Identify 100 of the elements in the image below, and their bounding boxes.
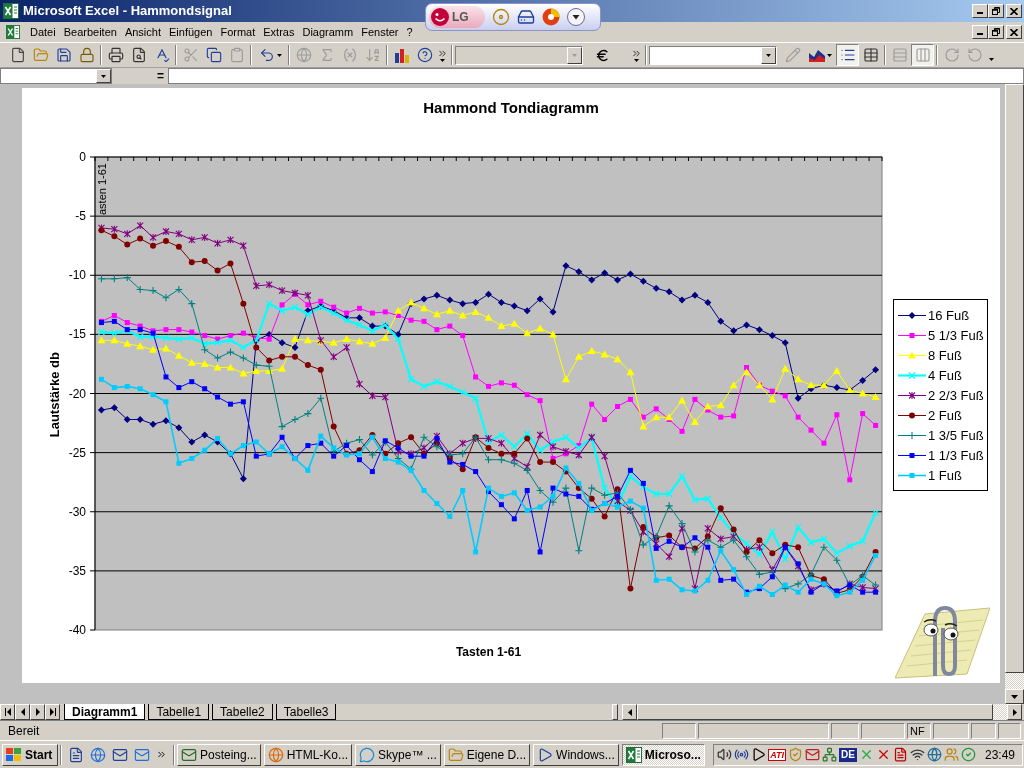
status-panel [831,722,859,739]
triangle-down-icon [1011,694,1018,699]
minimize-button[interactable] [972,4,988,18]
menu-item[interactable]: Diagramm [298,25,358,39]
menu-item[interactable]: Extras [259,25,299,39]
document-icon[interactable] [892,747,908,762]
folder-icon [32,47,49,63]
menu-item[interactable]: Fenster [357,25,403,39]
mail-icon[interactable] [805,747,821,762]
menu-item[interactable]: Einfügen [165,25,217,39]
axis-tick-label: -15 [68,327,86,342]
language-indicator[interactable]: DE [839,747,857,762]
sheet-tab[interactable]: Tabelle2 [212,704,273,720]
dropdown-circle-icon[interactable] [567,8,585,26]
mail-icon[interactable] [112,746,128,763]
notepad-icon[interactable] [68,746,84,763]
chart-object-dropdown[interactable] [649,45,777,65]
formula-input-field[interactable] [168,68,1024,84]
taskbar-button[interactable]: HTML-Ko... [263,743,353,766]
tray-logo-text[interactable]: ATI [768,748,787,761]
caret-icon [826,53,832,57]
start-button[interactable]: Start [2,743,58,766]
menu-item[interactable]: Datei [26,25,60,39]
close-button[interactable] [1006,25,1022,39]
axis-tick-label: -25 [68,445,86,460]
restore-button[interactable] [988,4,1004,18]
minimize-icon [977,33,983,35]
network-icon[interactable] [822,747,838,762]
scroll-right-button[interactable] [1007,704,1022,720]
disc-icon[interactable] [492,8,510,26]
window-title: Microsoft Excel - Hammondsignal [23,3,232,19]
sheet-tab[interactable]: Tabelle3 [275,704,337,720]
help-icon [416,47,433,63]
axis-tick-label: -35 [68,563,86,578]
close-button[interactable] [1006,4,1022,18]
lock-icon [78,47,95,63]
folder-icon [447,746,464,763]
legend-label: 2 2/3 Fuß [928,387,984,403]
menu-item[interactable]: Format [216,25,260,39]
restore-icon [992,7,1000,15]
scissors-icon [182,47,199,63]
first-sheet-button[interactable] [0,704,15,720]
logo-icon [431,8,449,26]
check-icon[interactable] [960,747,976,762]
scrollbar-track[interactable] [993,704,1007,720]
axis-tick-label: 0 [79,150,86,164]
dropdown-arrow-button[interactable] [96,69,111,83]
pencil-icon [784,47,801,63]
broadcast-icon[interactable] [734,747,750,762]
legend-label: 2 Fuß [928,407,962,423]
last-sheet-button[interactable] [45,704,60,720]
dropdown-arrow-button[interactable] [761,46,776,64]
play-icon[interactable] [751,747,767,762]
drive-icon[interactable] [517,8,535,26]
taskbar-button[interactable]: Windows... [533,743,619,766]
menu-item[interactable]: ? [402,25,417,39]
chart-title: Hammond Tondiagramm [423,98,599,118]
legend-label: 5 1/3 Fuß [928,327,984,343]
legend-button[interactable] [836,44,859,66]
axis-tick-label: -5 [75,209,86,224]
left-triangle-icon [20,708,25,716]
restore-button[interactable] [988,25,1004,39]
scroll-left-button[interactable] [622,704,637,720]
chevrons-icon [631,48,642,59]
next-sheet-button[interactable] [30,704,45,720]
color-ball-icon[interactable] [542,8,560,26]
taskbar-button[interactable]: Skype™ ... [355,743,441,766]
globe-icon[interactable] [90,746,106,763]
scrollbar-track[interactable] [1005,673,1024,689]
mail-icon[interactable] [134,746,150,763]
area-chart-icon [808,48,825,62]
status-text: Bereit [7,723,40,738]
logo-button[interactable]: LG [429,6,485,28]
scroll-down-button[interactable] [1005,689,1024,704]
menu-item[interactable]: Ansicht [120,25,165,39]
speaker-icon[interactable] [717,747,733,762]
sheet-tab[interactable]: Tabelle1 [148,704,210,720]
previous-sheet-button[interactable] [15,704,30,720]
chevrons-icon[interactable] [156,749,167,760]
sheet-tab[interactable]: Diagramm1 [64,704,146,720]
name-box-field[interactable] [0,68,112,84]
scrollbar-thumb[interactable] [637,704,993,720]
taskbar-button[interactable]: Posteing... [177,743,261,766]
minimize-button[interactable] [972,25,988,39]
status-panel [971,722,996,739]
list-icon [839,47,856,63]
tab-split-handle[interactable] [612,704,618,720]
taskbar-button[interactable]: Microso... [621,743,705,766]
menu-item[interactable]: Bearbeiten [59,25,121,39]
taskbar-button[interactable]: Eigene D... [443,743,531,766]
rotate-counterclockwise-icon [966,47,983,63]
axis-tick-label: -30 [68,504,86,519]
caret-icon [766,53,771,57]
wifi-icon[interactable] [909,747,925,762]
legend-label: 1 Fuß [928,467,962,483]
rotate-clockwise-icon [943,47,960,63]
status-panel [662,722,696,739]
rows-icon [891,47,908,63]
scrollbar-thumb[interactable] [1005,84,1024,673]
globe-icon[interactable] [926,747,942,762]
